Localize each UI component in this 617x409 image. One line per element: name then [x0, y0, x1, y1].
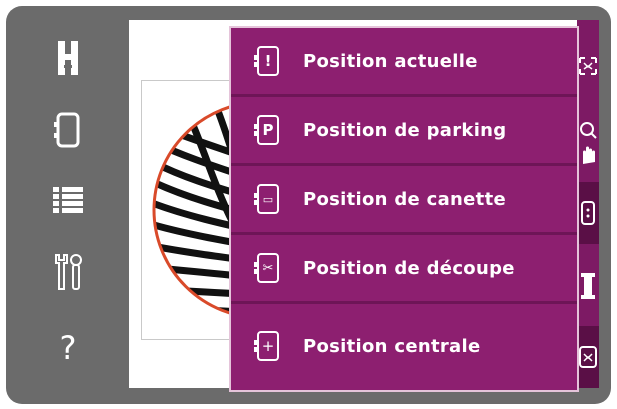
- hoop-icon[interactable]: [46, 108, 90, 152]
- cut-position-glyph: ✂: [262, 260, 274, 276]
- help-icon[interactable]: ?: [46, 326, 90, 370]
- menu-item-center-position[interactable]: + Position centrale: [231, 304, 577, 388]
- cut-position-icon: ✂: [254, 253, 279, 283]
- left-toolbar: ?: [6, 6, 129, 404]
- menu-item-parking-position[interactable]: P Position de parking: [231, 97, 577, 166]
- menu-item-label: Position de canette: [303, 188, 506, 210]
- parking-position-icon: P: [254, 115, 279, 145]
- machine-screen-frame: ? ! Position actuelle P Position de park…: [6, 6, 611, 404]
- embroidery-unit-icon[interactable]: [46, 36, 90, 80]
- zoom-pan-icon[interactable]: [577, 108, 599, 178]
- thread-spool-icon[interactable]: [577, 256, 599, 316]
- menu-item-label: Position de parking: [303, 119, 507, 141]
- current-position-icon: !: [254, 46, 279, 76]
- position-menu: ! Position actuelle P Position de parkin…: [229, 26, 579, 392]
- bobbin-position-icon: ▭: [254, 184, 279, 214]
- current-position-glyph: !: [264, 52, 272, 70]
- right-toolbar: [577, 20, 599, 388]
- zoom-fit-icon[interactable]: [577, 38, 599, 94]
- menu-item-label: Position centrale: [303, 335, 481, 357]
- center-position-icon: +: [254, 331, 279, 361]
- menu-item-current-position[interactable]: ! Position actuelle: [231, 28, 577, 97]
- hoop-position-icon[interactable]: [577, 182, 599, 244]
- menu-item-bobbin-position[interactable]: ▭ Position de canette: [231, 166, 577, 235]
- parking-position-glyph: P: [262, 121, 274, 139]
- menu-item-label: Position de découpe: [303, 257, 515, 279]
- menu-item-label: Position actuelle: [303, 50, 478, 72]
- tools-icon[interactable]: [46, 250, 90, 294]
- menu-item-cut-position[interactable]: ✂ Position de découpe: [231, 235, 577, 304]
- help-glyph: ?: [59, 329, 77, 367]
- menu-list-icon[interactable]: [46, 178, 90, 222]
- design-view-icon[interactable]: [577, 326, 599, 388]
- center-position-glyph: +: [261, 337, 275, 355]
- bobbin-position-glyph: ▭: [262, 192, 274, 206]
